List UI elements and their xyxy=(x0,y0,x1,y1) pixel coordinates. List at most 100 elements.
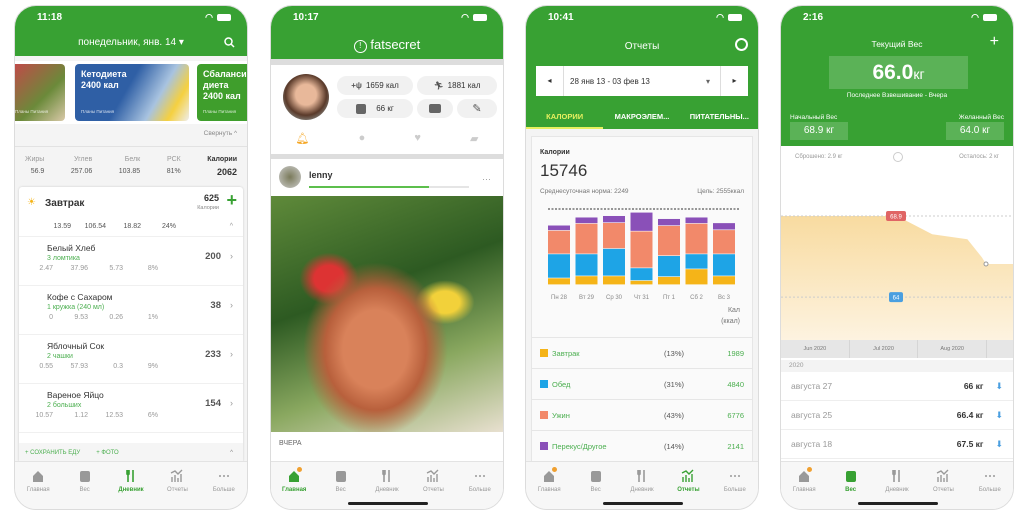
weight-entry[interactable]: августа 27 66 кг ⬇ xyxy=(781,372,1013,401)
chevron-up-icon[interactable]: ^ xyxy=(230,450,233,456)
date-range[interactable]: 28 янв 13 - 03 фев 13 xyxy=(564,77,706,86)
history-icon[interactable] xyxy=(893,152,903,162)
add-weight-button[interactable]: + xyxy=(990,33,999,51)
bar-segment-Перекус/Другое xyxy=(658,218,680,226)
prev-week-button[interactable]: ◂ xyxy=(536,66,564,96)
total-label: Жиры xyxy=(25,156,45,163)
tab-more[interactable]: Больше xyxy=(967,462,1013,509)
save-food-button[interactable]: + СОХРАНИТЬ ЕДУ xyxy=(25,450,80,456)
tab-label: Отчеты xyxy=(423,487,444,493)
x-tick-label: Ср 30 xyxy=(606,295,623,301)
page-title: Текущий Вес xyxy=(871,39,923,49)
target-icon[interactable] xyxy=(735,38,748,51)
tab-more[interactable]: Больше xyxy=(712,462,758,509)
tab-label: Больше xyxy=(723,487,746,493)
chat-icon[interactable]: ▰ xyxy=(470,132,478,145)
meal-macros: 13.59 106.54 18.82 24% ^ xyxy=(19,219,243,237)
chart-icon xyxy=(171,469,183,482)
tab-label: Отчеты xyxy=(167,487,188,493)
battery-icon xyxy=(983,14,997,21)
tab-label: Больше xyxy=(212,487,235,493)
collapse-button[interactable]: Свернуть ^ xyxy=(204,130,237,137)
wifi-icon: ◠ xyxy=(716,12,724,22)
x-tick-label: Пн 28 xyxy=(551,295,568,301)
meal-row[interactable]: Завтрак (13%) 1989 xyxy=(532,337,752,368)
edit-button[interactable]: ✎ xyxy=(457,99,497,118)
post-username[interactable]: lenny xyxy=(309,170,333,180)
total-label: Калории xyxy=(207,156,237,163)
meal-percent: (14%) xyxy=(664,441,685,451)
weight-button[interactable]: 66 кг xyxy=(337,99,413,118)
tab-more[interactable]: Больше xyxy=(457,462,503,509)
report-tab[interactable]: МАКРОЭЛЕМ... xyxy=(603,106,680,129)
tab-chart[interactable]: Отчеты xyxy=(154,462,200,509)
meal-kcal: 4840 xyxy=(727,379,744,389)
weight-entry[interactable]: августа 18 67.5 кг ⬇ xyxy=(781,430,1013,459)
food-item[interactable]: Яблочный Сок 2 чашки 0.55 57.93 0.3 9% 233 › xyxy=(19,335,243,384)
avatar[interactable] xyxy=(283,74,329,120)
meal-plan-carousel[interactable]: Планы Питания Кетодиета 2400 кал Планы Пит… xyxy=(15,61,247,124)
camera-button[interactable] xyxy=(417,99,453,118)
post-photo[interactable] xyxy=(271,196,503,432)
bar-segment-Обед xyxy=(603,248,625,276)
next-week-button[interactable]: ▸ xyxy=(720,66,748,96)
food-item[interactable]: Вареное Яйцо 2 больших 10.57 1.12 12.53 6% 154… xyxy=(19,384,243,433)
dropdown-icon: ▾ xyxy=(705,76,710,86)
x-tick-label: Сб 2 xyxy=(690,295,703,301)
current-weight: 66.0кг xyxy=(829,56,968,89)
weight-chart[interactable]: 68.9 64 xyxy=(781,166,1014,346)
home-indicator xyxy=(348,502,428,505)
report-tab[interactable]: ПИТАТЕЛЬНЫ... xyxy=(681,106,758,129)
post-avatar[interactable] xyxy=(279,166,301,188)
meal-row[interactable]: Перекус/Другое (14%) 2141 xyxy=(532,430,752,461)
tab-home[interactable]: Главная xyxy=(781,462,827,509)
chart-icon xyxy=(427,469,439,482)
search-icon[interactable] xyxy=(224,37,235,48)
heart-icon[interactable]: ♥ xyxy=(414,132,421,145)
food-item[interactable]: Кофе с Сахаром 1 кружка (240 мл) 0 9.53 0.26… xyxy=(19,286,243,335)
bar-segment-Обед xyxy=(630,268,653,281)
add-photo-button[interactable]: + ФОТО xyxy=(96,450,118,456)
tab-scale[interactable]: Вес xyxy=(61,462,107,509)
fork-knife-icon xyxy=(637,470,645,482)
tab-label: Дневник xyxy=(375,487,399,493)
meal-plan-card[interactable]: Планы Питания xyxy=(15,64,65,121)
latest-point xyxy=(983,261,989,267)
collapse-meal-icon[interactable]: ^ xyxy=(230,223,233,230)
home-screen: 10:17 ◠ ! fatsecret +ψ 1659 кал 🏃︎ 1881 кал… xyxy=(270,5,504,510)
tab-home[interactable]: Главная xyxy=(526,462,572,509)
meal-row[interactable]: Ужин (43%) 6776 xyxy=(532,399,752,430)
total-1: Углев 257.06 xyxy=(71,154,92,178)
goal-weight-value[interactable]: 64.0 кг xyxy=(946,122,1004,140)
bell-icon[interactable]: 🔔︎ xyxy=(296,132,310,145)
post-progress xyxy=(309,186,469,188)
arrow-down-icon: ⬇ xyxy=(995,438,1003,449)
add-food-button[interactable]: + xyxy=(226,190,237,211)
tab-more[interactable]: Больше xyxy=(201,462,247,509)
food-item[interactable]: Белый Хлеб 3 ломтика 2.47 37.96 5.73 8% 200 › xyxy=(19,237,243,286)
weight-screen: 2:16 ◠ Текущий Вес + 66.0кг Последнее Взв… xyxy=(780,5,1014,510)
friends-icon[interactable]: ● xyxy=(359,132,366,145)
food-macro: 0.3 xyxy=(113,363,123,370)
meal-plan-card-keto[interactable]: Кетодиета 2400 кал Планы Питания xyxy=(75,64,189,121)
tab-label: Отчеты xyxy=(933,487,954,493)
more-options-icon[interactable]: ··· xyxy=(482,174,491,184)
tab-home[interactable]: Главная xyxy=(15,462,61,509)
meal-plan-card-balanced[interactable]: Сбаланси диета 2400 кал Планы Питания xyxy=(197,64,247,121)
bar-segment-Ужин xyxy=(603,222,625,249)
bar-segment-Завтрак xyxy=(685,269,708,285)
home-indicator xyxy=(858,502,938,505)
start-weight-value[interactable]: 68.9 кг xyxy=(790,122,848,140)
food-macro: 9% xyxy=(147,363,158,370)
notification-tabs: 🔔︎ ● ♥ ▰ xyxy=(271,132,503,145)
date-range-picker[interactable]: ◂ 28 янв 13 - 03 фев 13 ▾ ▸ xyxy=(536,66,748,96)
tab-fork-knife[interactable]: Дневник xyxy=(108,462,154,509)
exercise-calories-button[interactable]: 🏃︎ 1881 кал xyxy=(417,76,497,95)
chevron-right-icon: › xyxy=(230,251,233,261)
meal-row[interactable]: Обед (31%) 4840 xyxy=(532,368,752,399)
food-calories-button[interactable]: +ψ 1659 кал xyxy=(337,76,413,95)
report-tab[interactable]: КАЛОРИИ xyxy=(526,106,604,129)
weight-entry[interactable]: августа 25 66.4 кг ⬇ xyxy=(781,401,1013,430)
tab-home[interactable]: Главная xyxy=(271,462,317,509)
date-selector[interactable]: понедельник, янв. 14 ▾ xyxy=(15,37,247,48)
